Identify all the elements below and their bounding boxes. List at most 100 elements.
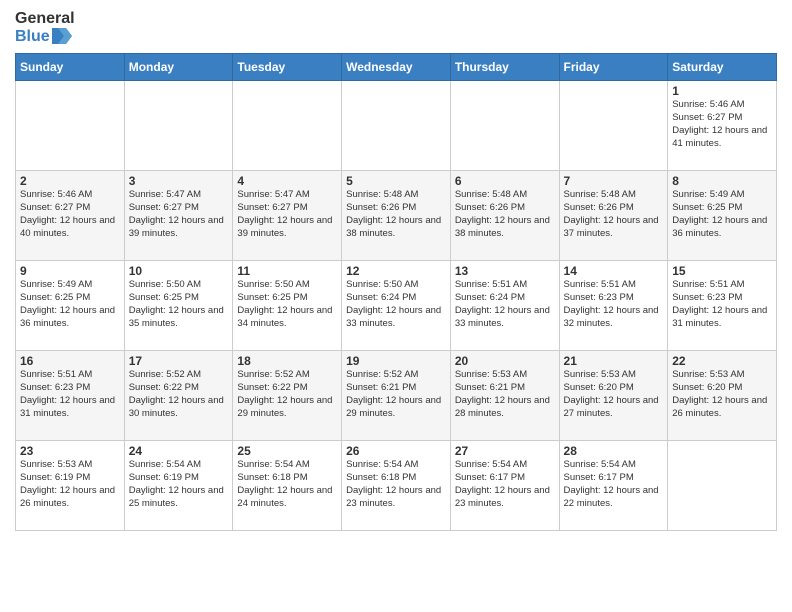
calendar-cell: 22Sunrise: 5:53 AM Sunset: 6:20 PM Dayli… <box>668 351 777 441</box>
day-number: 14 <box>564 264 664 278</box>
day-number: 24 <box>129 444 229 458</box>
calendar-cell: 27Sunrise: 5:54 AM Sunset: 6:17 PM Dayli… <box>450 441 559 531</box>
day-number: 19 <box>346 354 446 368</box>
day-number: 12 <box>346 264 446 278</box>
day-number: 2 <box>20 174 120 188</box>
logo-general: General <box>15 10 75 28</box>
day-number: 1 <box>672 84 772 98</box>
day-info: Sunrise: 5:48 AM Sunset: 6:26 PM Dayligh… <box>564 189 664 240</box>
week-row-5: 23Sunrise: 5:53 AM Sunset: 6:19 PM Dayli… <box>16 441 777 531</box>
day-number: 10 <box>129 264 229 278</box>
weekday-monday: Monday <box>124 54 233 81</box>
weekday-wednesday: Wednesday <box>342 54 451 81</box>
calendar-cell <box>342 81 451 171</box>
day-info: Sunrise: 5:52 AM Sunset: 6:22 PM Dayligh… <box>129 369 229 420</box>
day-info: Sunrise: 5:54 AM Sunset: 6:17 PM Dayligh… <box>455 459 555 510</box>
day-number: 18 <box>237 354 337 368</box>
day-info: Sunrise: 5:50 AM Sunset: 6:24 PM Dayligh… <box>346 279 446 330</box>
calendar-cell <box>668 441 777 531</box>
day-info: Sunrise: 5:53 AM Sunset: 6:20 PM Dayligh… <box>672 369 772 420</box>
calendar-cell: 26Sunrise: 5:54 AM Sunset: 6:18 PM Dayli… <box>342 441 451 531</box>
weekday-tuesday: Tuesday <box>233 54 342 81</box>
calendar-cell: 19Sunrise: 5:52 AM Sunset: 6:21 PM Dayli… <box>342 351 451 441</box>
weekday-thursday: Thursday <box>450 54 559 81</box>
calendar-cell: 9Sunrise: 5:49 AM Sunset: 6:25 PM Daylig… <box>16 261 125 351</box>
calendar-cell: 5Sunrise: 5:48 AM Sunset: 6:26 PM Daylig… <box>342 171 451 261</box>
day-number: 13 <box>455 264 555 278</box>
calendar-cell: 2Sunrise: 5:46 AM Sunset: 6:27 PM Daylig… <box>16 171 125 261</box>
day-info: Sunrise: 5:54 AM Sunset: 6:19 PM Dayligh… <box>129 459 229 510</box>
day-number: 20 <box>455 354 555 368</box>
calendar-cell: 6Sunrise: 5:48 AM Sunset: 6:26 PM Daylig… <box>450 171 559 261</box>
day-info: Sunrise: 5:50 AM Sunset: 6:25 PM Dayligh… <box>237 279 337 330</box>
day-info: Sunrise: 5:52 AM Sunset: 6:21 PM Dayligh… <box>346 369 446 420</box>
day-number: 15 <box>672 264 772 278</box>
calendar-cell: 12Sunrise: 5:50 AM Sunset: 6:24 PM Dayli… <box>342 261 451 351</box>
calendar-cell: 13Sunrise: 5:51 AM Sunset: 6:24 PM Dayli… <box>450 261 559 351</box>
calendar-cell: 21Sunrise: 5:53 AM Sunset: 6:20 PM Dayli… <box>559 351 668 441</box>
day-info: Sunrise: 5:48 AM Sunset: 6:26 PM Dayligh… <box>455 189 555 240</box>
logo-arrow-icon <box>52 28 72 44</box>
calendar-cell: 10Sunrise: 5:50 AM Sunset: 6:25 PM Dayli… <box>124 261 233 351</box>
day-info: Sunrise: 5:51 AM Sunset: 6:24 PM Dayligh… <box>455 279 555 330</box>
logo-text-block: General Blue <box>15 10 75 45</box>
day-info: Sunrise: 5:46 AM Sunset: 6:27 PM Dayligh… <box>20 189 120 240</box>
header: General Blue <box>15 10 777 45</box>
day-info: Sunrise: 5:54 AM Sunset: 6:18 PM Dayligh… <box>346 459 446 510</box>
day-number: 9 <box>20 264 120 278</box>
calendar-page: General Blue SundayMondayTuesdayWednesda… <box>0 0 792 546</box>
day-info: Sunrise: 5:51 AM Sunset: 6:23 PM Dayligh… <box>672 279 772 330</box>
day-info: Sunrise: 5:53 AM Sunset: 6:20 PM Dayligh… <box>564 369 664 420</box>
day-number: 5 <box>346 174 446 188</box>
calendar-cell: 3Sunrise: 5:47 AM Sunset: 6:27 PM Daylig… <box>124 171 233 261</box>
calendar-cell <box>450 81 559 171</box>
day-info: Sunrise: 5:47 AM Sunset: 6:27 PM Dayligh… <box>237 189 337 240</box>
day-info: Sunrise: 5:48 AM Sunset: 6:26 PM Dayligh… <box>346 189 446 240</box>
day-number: 4 <box>237 174 337 188</box>
day-info: Sunrise: 5:52 AM Sunset: 6:22 PM Dayligh… <box>237 369 337 420</box>
day-info: Sunrise: 5:51 AM Sunset: 6:23 PM Dayligh… <box>564 279 664 330</box>
day-info: Sunrise: 5:51 AM Sunset: 6:23 PM Dayligh… <box>20 369 120 420</box>
day-number: 21 <box>564 354 664 368</box>
calendar-cell: 7Sunrise: 5:48 AM Sunset: 6:26 PM Daylig… <box>559 171 668 261</box>
calendar-cell: 1Sunrise: 5:46 AM Sunset: 6:27 PM Daylig… <box>668 81 777 171</box>
calendar-cell: 18Sunrise: 5:52 AM Sunset: 6:22 PM Dayli… <box>233 351 342 441</box>
day-number: 7 <box>564 174 664 188</box>
weekday-saturday: Saturday <box>668 54 777 81</box>
day-number: 11 <box>237 264 337 278</box>
calendar-cell: 25Sunrise: 5:54 AM Sunset: 6:18 PM Dayli… <box>233 441 342 531</box>
day-info: Sunrise: 5:54 AM Sunset: 6:17 PM Dayligh… <box>564 459 664 510</box>
day-number: 28 <box>564 444 664 458</box>
day-info: Sunrise: 5:49 AM Sunset: 6:25 PM Dayligh… <box>672 189 772 240</box>
day-number: 3 <box>129 174 229 188</box>
calendar-cell: 28Sunrise: 5:54 AM Sunset: 6:17 PM Dayli… <box>559 441 668 531</box>
logo-blue: Blue <box>15 28 75 46</box>
calendar-cell: 20Sunrise: 5:53 AM Sunset: 6:21 PM Dayli… <box>450 351 559 441</box>
day-number: 8 <box>672 174 772 188</box>
week-row-4: 16Sunrise: 5:51 AM Sunset: 6:23 PM Dayli… <box>16 351 777 441</box>
calendar-cell: 23Sunrise: 5:53 AM Sunset: 6:19 PM Dayli… <box>16 441 125 531</box>
day-info: Sunrise: 5:46 AM Sunset: 6:27 PM Dayligh… <box>672 99 772 150</box>
calendar-cell: 24Sunrise: 5:54 AM Sunset: 6:19 PM Dayli… <box>124 441 233 531</box>
calendar-cell: 17Sunrise: 5:52 AM Sunset: 6:22 PM Dayli… <box>124 351 233 441</box>
calendar-cell: 4Sunrise: 5:47 AM Sunset: 6:27 PM Daylig… <box>233 171 342 261</box>
day-number: 6 <box>455 174 555 188</box>
day-info: Sunrise: 5:50 AM Sunset: 6:25 PM Dayligh… <box>129 279 229 330</box>
calendar-cell: 14Sunrise: 5:51 AM Sunset: 6:23 PM Dayli… <box>559 261 668 351</box>
calendar-table: SundayMondayTuesdayWednesdayThursdayFrid… <box>15 53 777 531</box>
calendar-cell <box>559 81 668 171</box>
day-number: 16 <box>20 354 120 368</box>
calendar-cell: 16Sunrise: 5:51 AM Sunset: 6:23 PM Dayli… <box>16 351 125 441</box>
calendar-cell <box>233 81 342 171</box>
calendar-cell: 15Sunrise: 5:51 AM Sunset: 6:23 PM Dayli… <box>668 261 777 351</box>
weekday-friday: Friday <box>559 54 668 81</box>
calendar-body: 1Sunrise: 5:46 AM Sunset: 6:27 PM Daylig… <box>16 81 777 531</box>
day-number: 27 <box>455 444 555 458</box>
day-number: 23 <box>20 444 120 458</box>
day-number: 17 <box>129 354 229 368</box>
calendar-cell: 8Sunrise: 5:49 AM Sunset: 6:25 PM Daylig… <box>668 171 777 261</box>
day-info: Sunrise: 5:54 AM Sunset: 6:18 PM Dayligh… <box>237 459 337 510</box>
day-number: 22 <box>672 354 772 368</box>
calendar-cell: 11Sunrise: 5:50 AM Sunset: 6:25 PM Dayli… <box>233 261 342 351</box>
day-info: Sunrise: 5:53 AM Sunset: 6:21 PM Dayligh… <box>455 369 555 420</box>
